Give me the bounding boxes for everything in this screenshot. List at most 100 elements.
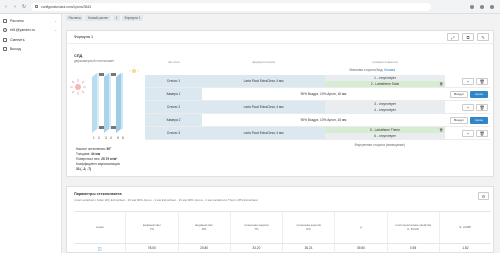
- scheme-cell[interactable]: ◫: [74, 244, 125, 253]
- unit-properties: Наклон остекления: 90° Толщина: 44 мм По…: [76, 147, 120, 172]
- logout-icon: [3, 47, 7, 52]
- table-row: ◫ 78.00 20.80 33.20 30.21 39.80 0.55 1.8…: [74, 244, 491, 253]
- unit-subtitle: двухкамерный стеклопакет: [74, 59, 115, 63]
- sidebar-item-label: Сменить: [10, 37, 25, 42]
- breadcrumb-item[interactable]: Расчеты: [66, 15, 84, 21]
- extension-icon[interactable]: [470, 4, 474, 9]
- chamber-formula[interactable]: 90% Воздух, 10% Аргон, 16 мм: [202, 114, 445, 126]
- sidebar-item-change[interactable]: Сменить: [0, 35, 61, 45]
- forward-icon[interactable]: ›: [12, 4, 18, 10]
- glass-pane-2: [104, 73, 111, 133]
- breadcrumb-item[interactable]: Формула 1: [121, 15, 143, 21]
- surface-label: 5: [117, 136, 119, 140]
- table-row: Камера 2 90% Воздух, 10% Аргон, 16 мм Во…: [145, 114, 490, 127]
- inner-side-row: Внутренняя сторона (помещение): [145, 140, 490, 150]
- lock-icon: [35, 5, 38, 8]
- outer-side-location[interactable]: Москва: [384, 68, 395, 72]
- unit-title: СПД: [74, 54, 83, 58]
- property-sound-insulation: Коэффициент звукоизоляции: 33 ( -2; -7): [76, 162, 121, 171]
- sidebar-item-label: Выход: [10, 47, 21, 52]
- glass-formula[interactable]: Larta Float ExtraClear, 4 мм: [202, 127, 325, 139]
- layer-type[interactable]: Стекло 1: [145, 75, 202, 87]
- coating-position[interactable]: 5 - Lartatherm Therm 🗑: [325, 127, 445, 133]
- reload-icon[interactable]: ↻: [21, 4, 27, 10]
- air-button[interactable]: Воздух: [450, 116, 468, 124]
- delete-button[interactable]: 🗑: [476, 77, 488, 85]
- menu-icon[interactable]: [490, 4, 494, 9]
- trash-icon: 🗑: [479, 130, 485, 136]
- column-header: видимый свет R%: [177, 212, 230, 243]
- plus-icon: +: [466, 104, 470, 110]
- glass-formula[interactable]: Larta Float ExtraClear, 4 мм: [202, 75, 325, 87]
- air-button[interactable]: Воздух: [450, 90, 468, 98]
- scheme-icon[interactable]: ◫: [98, 247, 102, 252]
- sidebar-item-account[interactable]: etl1@yandex.ru ⌄: [0, 26, 61, 36]
- add-button[interactable]: +: [462, 129, 474, 137]
- breadcrumb-item[interactable]: Новый расчет: [85, 15, 112, 21]
- coating-position[interactable]: 2 - Lartatherm Solar 🗑: [325, 81, 445, 87]
- coating-position[interactable]: 4 - отсутствует: [325, 107, 445, 113]
- coating-position[interactable]: 6 - отсутствует: [325, 133, 445, 139]
- swap-icon: [3, 37, 7, 42]
- breadcrumb: Расчеты Новый расчет 1 Формула 1: [66, 15, 143, 21]
- argon-button[interactable]: Аргон: [470, 116, 488, 124]
- chevron-down-icon: ⌄: [54, 28, 57, 33]
- outer-side-label: Внешняя сторона Вид:: [349, 68, 384, 72]
- copy-icon: ⧉: [466, 34, 470, 40]
- column-header: R, м²К/Вт: [438, 212, 491, 243]
- table-row: Камера 1 90% Воздух, 10% Аргон, 16 мм Во…: [145, 88, 490, 101]
- table-cell: 1.82: [438, 244, 491, 253]
- column-header: видимый свет T%: [125, 212, 177, 243]
- parameters-card: Параметры стеклопакета 4 мм Lartatherm S…: [66, 186, 494, 253]
- plus-icon: +: [466, 130, 470, 136]
- trash-icon: 🗑: [479, 104, 485, 110]
- coating-cell: 5 - Lartatherm Therm 🗑 6 - отсутствует: [325, 127, 445, 139]
- add-button[interactable]: +: [462, 77, 474, 85]
- layer-type[interactable]: Стекло 2: [145, 101, 202, 113]
- delete-button[interactable]: 🗑: [476, 103, 488, 111]
- argon-button[interactable]: Аргон: [470, 90, 488, 98]
- table-header: схема видимый свет T% видимый свет R% солн…: [74, 212, 491, 244]
- breadcrumb-item[interactable]: 1: [113, 15, 120, 21]
- layer-type[interactable]: Стекло 3: [145, 127, 202, 139]
- sidebar-item-calculations[interactable]: Расчеты ⌄: [0, 16, 61, 26]
- expand-icon: ⤢: [451, 34, 455, 40]
- profile-icon[interactable]: [480, 4, 484, 9]
- trash-icon[interactable]: 🗑: [439, 128, 443, 132]
- table-row: Стекло 3 Larta Float ExtraClear, 4 мм 5 …: [145, 127, 490, 140]
- table-cell: 0.55: [386, 244, 439, 253]
- card-header: Формула 1 ⤢ ⧉ ✎: [67, 31, 493, 44]
- address-bar[interactable]: configurator.lara.com/Lpcns/3543: [31, 2, 431, 11]
- glass-pane-3: [116, 73, 123, 133]
- card-title: Параметры стеклопакета: [74, 192, 122, 196]
- table-cell: 30.21: [282, 244, 334, 253]
- column-header: схема: [95, 224, 104, 229]
- add-button[interactable]: +: [462, 103, 474, 111]
- layer-type[interactable]: Камера 1: [145, 88, 202, 100]
- coating-cell: 1 - отсутствует 2 - Lartatherm Solar 🗑: [325, 75, 445, 87]
- sidebar-item-logout[interactable]: Выход: [0, 45, 61, 55]
- trash-icon[interactable]: 🗑: [439, 82, 443, 86]
- copy-button[interactable]: ⧉: [462, 33, 474, 41]
- back-icon[interactable]: ‹: [3, 4, 9, 10]
- sidebar-item-label: Расчеты: [10, 18, 25, 23]
- edit-button[interactable]: ✎: [477, 33, 489, 41]
- glass-formula[interactable]: Larta Float ExtraClear, 4 мм: [202, 101, 325, 113]
- layer-type[interactable]: Камера 2: [145, 114, 202, 126]
- url-text: configurator.lara.com/Lpcns/3543: [41, 4, 92, 9]
- table-cell: 33.20: [229, 244, 282, 253]
- surface-label: 2: [98, 136, 100, 140]
- sun-icon: [70, 79, 86, 95]
- parameters-table: схема видимый свет T% видимый свет R% солн…: [74, 211, 491, 253]
- unit-formula: 4 мм Lartatherm Solar (#2) ExtraClear - …: [74, 197, 258, 202]
- settings-button[interactable]: ⚙: [478, 192, 489, 200]
- table-cell: 78.00: [125, 244, 177, 253]
- glass-pane-1: [92, 73, 99, 133]
- plus-icon: +: [466, 78, 470, 84]
- surface-label: 1: [93, 136, 95, 140]
- chamber-formula[interactable]: 90% Воздух, 10% Аргон, 16 мм: [202, 88, 445, 100]
- expand-button[interactable]: ⤢: [447, 33, 459, 41]
- chevron-down-icon: ⌄: [54, 18, 57, 23]
- trash-icon: 🗑: [479, 78, 485, 84]
- delete-button[interactable]: 🗑: [476, 129, 488, 137]
